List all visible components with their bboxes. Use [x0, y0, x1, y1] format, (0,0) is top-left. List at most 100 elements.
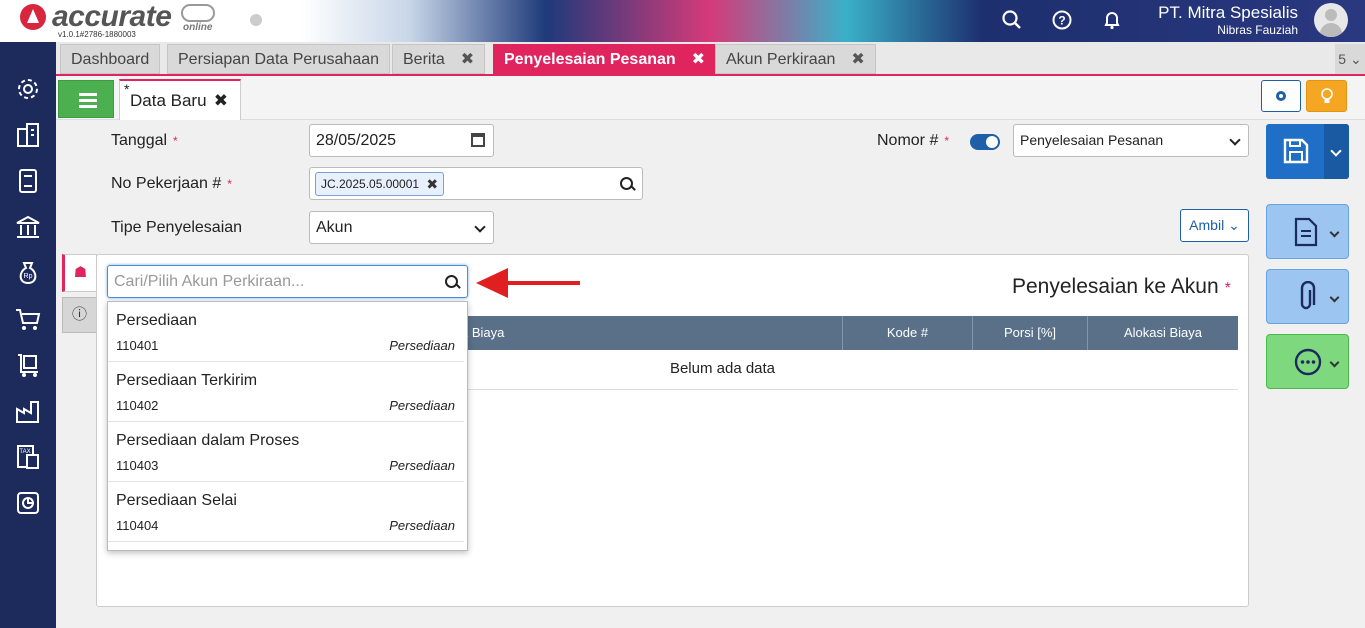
bank-icon[interactable] — [14, 213, 42, 241]
doc-tab-data-baru[interactable]: * Data Baru ✖ — [119, 79, 241, 120]
chevron-down-icon: ⌄ — [1228, 217, 1240, 233]
account-search-box[interactable] — [107, 265, 468, 298]
trolley-box-icon[interactable] — [14, 351, 42, 379]
brand-sub: online — [183, 22, 213, 33]
avatar[interactable] — [1314, 3, 1348, 37]
account-type: Persediaan — [389, 398, 455, 413]
tanggal-label: Tanggal * — [111, 132, 178, 149]
tab-count: 5 — [1338, 51, 1347, 67]
ambil-button[interactable]: Ambil ⌄ — [1180, 209, 1249, 242]
tab-info[interactable]: ⓘ — [62, 297, 97, 333]
red-arrow-icon — [476, 268, 580, 298]
chevron-down-icon — [1229, 134, 1241, 146]
bell-icon[interactable] — [1101, 9, 1123, 31]
more-dots-icon — [1294, 348, 1322, 376]
svg-text:Rp: Rp — [24, 273, 33, 280]
factory-icon[interactable] — [14, 397, 42, 425]
nomor-auto-toggle[interactable] — [970, 134, 1000, 150]
tab-dashboard[interactable]: Dashboard — [60, 44, 161, 74]
unsaved-marker: * — [124, 81, 130, 97]
chip-label: JC.2025.05.00001 — [321, 177, 420, 191]
sidebar: Rp TAX — [0, 42, 56, 628]
tipe-penyelesaian-label: Tipe Penyelesaian — [111, 219, 243, 236]
attachment-button[interactable] — [1266, 269, 1349, 324]
remove-chip-icon[interactable]: ✖ — [426, 173, 438, 195]
tab-count-dropdown[interactable]: 5 ⌄ — [1335, 44, 1365, 74]
tab-label: Dashboard — [71, 51, 150, 68]
tax-icon[interactable]: TAX — [14, 443, 42, 471]
search-icon[interactable] — [445, 275, 459, 289]
tab-cost-allocation[interactable]: ☗ — [62, 254, 97, 292]
close-icon[interactable]: ✖ — [461, 51, 474, 68]
nomor-value: Penyelesaian Pesanan — [1020, 132, 1164, 148]
tab-persiapan-data-perusahaan[interactable]: Persiapan Data Perusahaan — [167, 44, 391, 74]
account-dropdown: Persediaan 110401 Persediaan Persediaan … — [107, 301, 468, 551]
list-item[interactable]: Persediaan Terkirim 110402 Persediaan — [108, 362, 464, 422]
settings-button[interactable] — [1261, 80, 1301, 112]
tab-bar: Dashboard Persiapan Data Perusahaan Beri… — [56, 42, 1365, 76]
list-item[interactable]: Persediaan 110401 Persediaan — [108, 302, 464, 362]
help-icon[interactable]: ? — [1051, 9, 1073, 31]
svg-text:TAX: TAX — [19, 449, 30, 455]
tipe-value: Akun — [316, 219, 353, 236]
tab-berita[interactable]: Berita ✖ — [392, 44, 486, 74]
tipe-penyelesaian-select[interactable]: Akun — [309, 211, 494, 244]
money-bag-icon: ☗ — [73, 264, 88, 281]
gear-icon[interactable] — [14, 75, 42, 103]
column-header: Kode # — [842, 316, 972, 350]
chevron-down-icon — [474, 221, 486, 233]
report-icon[interactable] — [14, 489, 42, 517]
tab-label: Akun Perkiraan — [726, 51, 836, 68]
tanggal-field[interactable]: 28/05/2025 — [309, 124, 494, 157]
column-header: Porsi [%] — [972, 316, 1087, 350]
job-order-chip: JC.2025.05.00001 ✖ — [315, 172, 445, 196]
account-code: 110403 — [116, 458, 159, 473]
no-pekerjaan-field[interactable]: JC.2025.05.00001 ✖ — [309, 167, 643, 200]
version-text: v1.0.1#2786-1880003 — [58, 30, 136, 39]
tab-penyelesaian-pesanan[interactable]: Penyelesaian Pesanan ✖ — [493, 44, 717, 74]
account-name: Persediaan — [116, 312, 197, 329]
account-code: 110402 — [116, 398, 159, 413]
book-icon[interactable] — [14, 167, 42, 195]
save-options-button[interactable] — [1324, 124, 1349, 179]
tab-label: Berita — [403, 51, 445, 68]
svg-text:?: ? — [1058, 14, 1065, 28]
cart-icon[interactable] — [14, 305, 42, 333]
tips-button[interactable] — [1306, 80, 1347, 112]
document-menu-button[interactable] — [1266, 204, 1349, 259]
cloud-icon — [181, 4, 215, 22]
building-icon[interactable] — [14, 121, 42, 149]
list-item[interactable]: Persediaan dalam Proses 110403 Persediaa… — [108, 422, 464, 482]
search-icon[interactable] — [1001, 9, 1023, 31]
tab-akun-perkiraan[interactable]: Akun Perkiraan ✖ — [715, 44, 876, 74]
close-icon[interactable]: ✖ — [214, 81, 228, 121]
chevron-down-icon: ⌄ — [1349, 51, 1362, 67]
document-toolbar: * Data Baru ✖ — [56, 76, 1365, 120]
list-item[interactable]: Persediaan Selai 110404 Persediaan — [108, 482, 464, 542]
info-icon: ⓘ — [71, 306, 87, 323]
status-dot — [250, 14, 262, 26]
account-type: Persediaan — [389, 458, 455, 473]
account-code: 110404 — [116, 518, 159, 533]
calendar-icon[interactable] — [471, 133, 485, 147]
search-icon[interactable] — [620, 177, 634, 191]
logo-area: accurate online v1.0.1#2786-1880003 — [0, 0, 270, 42]
list-view-button[interactable] — [58, 80, 114, 118]
account-name: Persediaan Terkirim — [116, 372, 258, 389]
panel-title: Penyelesaian ke Akun * — [1012, 275, 1231, 298]
nomor-select[interactable]: Penyelesaian Pesanan — [1013, 124, 1249, 157]
chevron-down-icon — [1329, 227, 1340, 238]
close-icon[interactable]: ✖ — [851, 51, 864, 68]
account-type: Persediaan — [389, 518, 455, 533]
paperclip-icon — [1300, 281, 1316, 310]
more-actions-button[interactable] — [1266, 334, 1349, 389]
account-search-input[interactable] — [114, 271, 434, 293]
company-info[interactable]: PT. Mitra Spesialis Nibras Fauziah — [1158, 3, 1298, 37]
account-name: Persediaan dalam Proses — [116, 432, 300, 449]
no-pekerjaan-label: No Pekerjaan # * — [111, 175, 232, 192]
accurate-logo-icon — [20, 4, 46, 30]
close-icon[interactable]: ✖ — [692, 51, 705, 68]
save-button[interactable] — [1266, 124, 1349, 179]
money-bag-icon[interactable]: Rp — [14, 259, 42, 287]
brand-name: accurate — [52, 0, 172, 33]
